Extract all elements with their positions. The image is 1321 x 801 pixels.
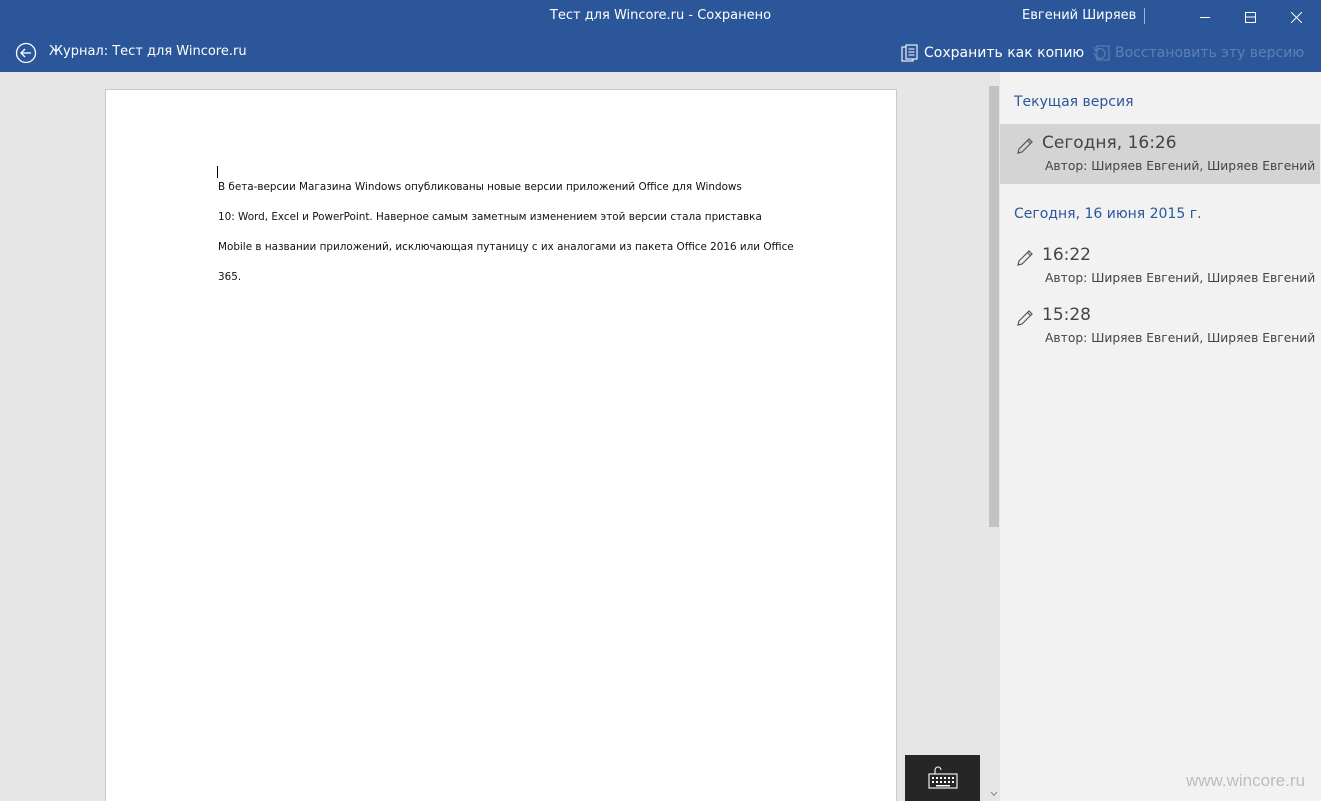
scrollbar-thumb[interactable] <box>989 86 999 527</box>
document-line: 10: Word, Excel и PowerPoint. Наверное с… <box>218 211 762 223</box>
maximize-icon <box>1244 11 1256 23</box>
watermark: www.wincore.ru <box>1186 771 1306 790</box>
document-text[interactable]: В бета-версии Магазина Windows опубликов… <box>218 165 848 300</box>
touch-keyboard-icon <box>927 766 958 789</box>
back-arrow-circle-icon <box>15 42 37 64</box>
close-button-visible[interactable] <box>1273 0 1319 34</box>
title-bar: Тест для Wincore.ru - Сохранено Евгений … <box>0 0 1321 34</box>
journal-title: Журнал: Тест для Wincore.ru <box>49 44 247 59</box>
version-item[interactable]: 16:22 Автор: Ширяев Евгений, Ширяев Евге… <box>1000 236 1320 296</box>
version-time: 15:28 <box>1042 305 1091 325</box>
restore-version-button[interactable]: Восстановить эту версию <box>1093 42 1304 64</box>
title-divider <box>1144 8 1145 24</box>
user-name[interactable]: Евгений Ширяев <box>1022 8 1136 23</box>
version-author: Автор: Ширяев Евгений, Ширяев Евгений <box>1045 271 1316 285</box>
date-group-header: Сегодня, 16 июня 2015 г. <box>1014 206 1202 222</box>
version-time: 16:22 <box>1042 245 1091 265</box>
version-time: Сегодня, 16:26 <box>1042 133 1177 153</box>
version-author: Автор: Ширяев Евгений, Ширяев Евгений <box>1045 159 1316 173</box>
maximize-button-visible[interactable] <box>1227 0 1273 34</box>
scroll-down-button[interactable] <box>989 789 999 799</box>
minimize-icon <box>1200 17 1210 18</box>
document-line: В бета-версии Магазина Windows опубликов… <box>218 181 742 193</box>
restore-label: Восстановить эту версию <box>1115 45 1305 61</box>
version-item[interactable]: 15:28 Автор: Ширяев Евгений, Ширяев Евге… <box>1000 296 1320 356</box>
restore-icon <box>1093 45 1110 61</box>
touch-keyboard-button[interactable] <box>905 755 980 801</box>
document-line: 365. <box>218 271 242 283</box>
pencil-icon <box>1017 138 1033 154</box>
chevron-down-icon <box>990 791 998 797</box>
version-item-current[interactable]: Сегодня, 16:26 Автор: Ширяев Евгений, Ши… <box>1000 124 1320 184</box>
command-bar: Журнал: Тест для Wincore.ru Сохранить ка… <box>0 34 1321 72</box>
document-area[interactable]: В бета-версии Магазина Windows опубликов… <box>0 72 987 801</box>
save-copy-button[interactable]: Сохранить как копию <box>901 42 1084 64</box>
pencil-icon <box>1017 250 1033 266</box>
save-copy-label: Сохранить как копию <box>924 45 1085 61</box>
document-page[interactable]: В бета-версии Магазина Windows опубликов… <box>105 89 897 801</box>
document-copy-icon <box>901 44 918 62</box>
back-button[interactable] <box>15 42 37 64</box>
current-version-header: Текущая версия <box>1014 94 1134 110</box>
version-author: Автор: Ширяев Евгений, Ширяев Евгений <box>1045 331 1316 345</box>
document-line: Mobile в названии приложений, исключающа… <box>218 241 794 253</box>
pencil-icon <box>1017 310 1033 326</box>
close-icon <box>1290 11 1302 23</box>
vertical-scrollbar[interactable] <box>987 72 1000 801</box>
version-history-panel: Текущая версия Сегодня, 16:26 Автор: Шир… <box>1000 72 1321 801</box>
minimize-button-visible[interactable] <box>1182 0 1228 34</box>
